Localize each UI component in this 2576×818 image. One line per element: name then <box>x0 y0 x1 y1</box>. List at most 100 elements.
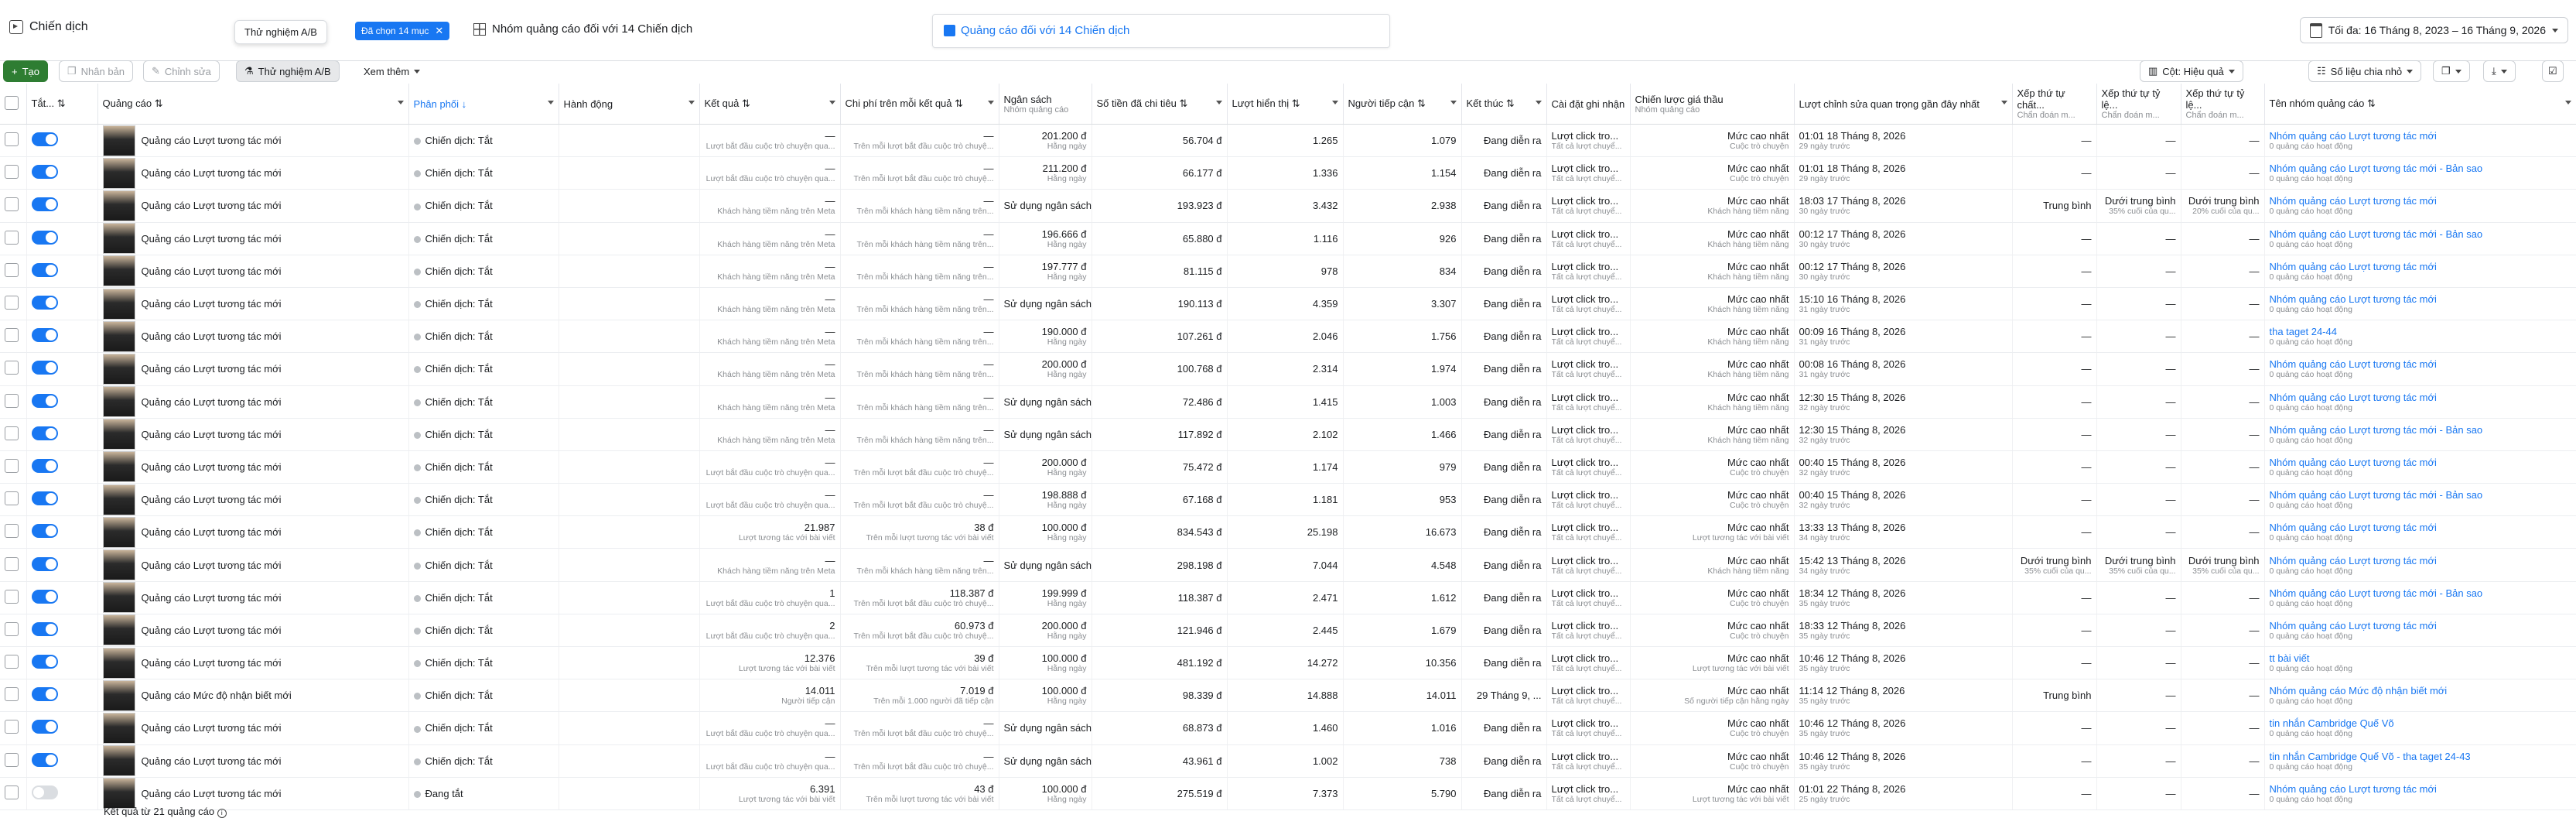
duplicate-button[interactable]: ❐ Nhân bản <box>59 60 134 82</box>
last-edit-cell[interactable]: 00:12 17 Tháng 8, 2026 30 ngày trước <box>1794 222 2013 255</box>
adset-name-cell[interactable]: tin nhắn Cambridge Quế Võ - tha taget 24… <box>2264 744 2576 778</box>
row-checkbox[interactable] <box>5 491 19 506</box>
row-select-cell[interactable] <box>0 418 27 451</box>
status-toggle[interactable] <box>31 361 58 375</box>
col-action[interactable]: Hành động <box>559 84 700 125</box>
budget-cell[interactable]: 200.000 đ Hằng ngày <box>999 450 1092 484</box>
selected-chip[interactable]: Đã chọn 14 mục ✕ <box>355 22 450 40</box>
table-row[interactable]: Quảng cáo Lượt tương tác mới Chiến dịch:… <box>0 483 2576 517</box>
col-impressions[interactable]: Lượt hiển thị ⇅ <box>1227 84 1344 125</box>
budget-cell[interactable]: Sử dụng ngân sách c... <box>999 744 1092 778</box>
last-edit-cell[interactable]: 00:40 15 Tháng 8, 2026 32 ngày trước <box>1794 483 2013 517</box>
budget-cell[interactable]: 199.999 đ Hằng ngày <box>999 581 1092 614</box>
ad-name-cell[interactable]: Quảng cáo Lượt tương tác mới <box>97 483 409 517</box>
status-toggle[interactable] <box>31 132 58 147</box>
budget-cell[interactable]: 190.000 đ Hằng ngày <box>999 320 1092 354</box>
row-toggle-cell[interactable] <box>26 515 98 549</box>
ad-name-cell[interactable]: Quảng cáo Lượt tương tác mới <box>97 156 409 190</box>
col-status[interactable]: Tắt... ⇅ <box>26 84 98 125</box>
row-toggle-cell[interactable] <box>26 320 98 354</box>
last-edit-cell[interactable]: 15:10 16 Tháng 8, 2026 31 ngày trước <box>1794 287 2013 321</box>
col-rank-conversion[interactable]: Xếp thứ tự tỷ lệ... Chẩn đoán m... <box>2181 84 2265 125</box>
row-checkbox[interactable] <box>5 426 19 440</box>
row-select-cell[interactable] <box>0 548 27 582</box>
col-last-edit[interactable]: Lượt chỉnh sửa quan trọng gần đây nhất <box>1794 84 2013 125</box>
row-toggle-cell[interactable] <box>26 124 98 158</box>
adset-name-cell[interactable]: Nhóm quảng cáo Lượt tương tác mới 0 quảng… <box>2264 614 2576 648</box>
row-toggle-cell[interactable] <box>26 744 98 778</box>
ad-name-cell[interactable]: Quảng cáo Lượt tương tác mới <box>97 255 409 288</box>
status-toggle[interactable] <box>31 556 58 571</box>
row-checkbox[interactable] <box>5 720 19 734</box>
row-select-cell[interactable] <box>0 679 27 713</box>
status-toggle[interactable] <box>31 687 58 702</box>
row-checkbox[interactable] <box>5 165 19 180</box>
budget-cell[interactable]: 100.000 đ Hằng ngày <box>999 679 1092 713</box>
ad-name-cell[interactable]: Quảng cáo Lượt tương tác mới <box>97 287 409 321</box>
row-select-cell[interactable] <box>0 614 27 648</box>
col-ad[interactable]: Quảng cáo ⇅ <box>97 84 409 125</box>
table-row[interactable]: Quảng cáo Lượt tương tác mới Chiến dịch:… <box>0 548 2576 582</box>
adset-name-cell[interactable]: Nhóm quảng cáo Lượt tương tác mới 0 quảng… <box>2264 777 2576 810</box>
ad-name-cell[interactable]: Quảng cáo Lượt tương tác mới <box>97 581 409 614</box>
table-row[interactable]: Quảng cáo Lượt tương tác mới Chiến dịch:… <box>0 744 2576 778</box>
row-toggle-cell[interactable] <box>26 548 98 582</box>
ad-name-cell[interactable]: Quảng cáo Lượt tương tác mới <box>97 189 409 223</box>
col-delivery[interactable]: Phân phối ↓ <box>408 84 559 125</box>
budget-cell[interactable]: Sử dụng ngân sách c... <box>999 385 1092 419</box>
columns-button[interactable]: ▥ Cột: Hiệu quả <box>2140 60 2243 82</box>
row-select-cell[interactable] <box>0 287 27 321</box>
last-edit-cell[interactable]: 00:40 15 Tháng 8, 2026 32 ngày trước <box>1794 450 2013 484</box>
col-ends[interactable]: Kết thúc ⇅ <box>1461 84 1547 125</box>
status-toggle[interactable] <box>31 165 58 180</box>
table-row[interactable]: Quảng cáo Mức độ nhận biết mới Chiến dịc… <box>0 679 2576 713</box>
campaign-breadcrumb[interactable]: Chiến dịch <box>9 20 88 34</box>
budget-cell[interactable]: 100.000 đ Hằng ngày <box>999 515 1092 549</box>
ad-name-cell[interactable]: Quảng cáo Lượt tương tác mới <box>97 418 409 451</box>
budget-cell[interactable]: 196.666 đ Hằng ngày <box>999 222 1092 255</box>
row-checkbox[interactable] <box>5 132 19 147</box>
budget-cell[interactable]: 198.888 đ Hằng ngày <box>999 483 1092 517</box>
col-cost-per-result[interactable]: Chi phí trên mỗi kết quả ⇅ <box>840 84 999 125</box>
table-row[interactable]: Quảng cáo Lượt tương tác mới Chiến dịch:… <box>0 287 2576 321</box>
row-checkbox[interactable] <box>5 230 19 245</box>
col-results[interactable]: Kết quả ⇅ <box>699 84 841 125</box>
budget-cell[interactable]: 211.200 đ Hằng ngày <box>999 156 1092 190</box>
budget-cell[interactable]: 201.200 đ Hằng ngày <box>999 124 1092 158</box>
status-toggle[interactable] <box>31 262 58 277</box>
ad-name-cell[interactable]: Quảng cáo Lượt tương tác mới <box>97 124 409 158</box>
status-toggle[interactable] <box>31 589 58 604</box>
table-row[interactable]: Quảng cáo Lượt tương tác mới Chiến dịch:… <box>0 515 2576 549</box>
status-toggle[interactable] <box>31 393 58 408</box>
table-row[interactable]: Quảng cáo Lượt tương tác mới Chiến dịch:… <box>0 711 2576 745</box>
row-checkbox[interactable] <box>5 262 19 277</box>
last-edit-cell[interactable]: 15:42 13 Tháng 8, 2026 34 ngày trước <box>1794 548 2013 582</box>
col-rank-quality[interactable]: Xếp thứ tự chất... Chẩn đoán m... <box>2012 84 2097 125</box>
last-edit-cell[interactable]: 01:01 18 Tháng 8, 2026 29 ngày trước <box>1794 124 2013 158</box>
row-select-cell[interactable] <box>0 189 27 223</box>
reports-button[interactable]: ❐ <box>2433 60 2470 82</box>
adset-name-cell[interactable]: Nhóm quảng cáo Lượt tương tác mới 0 quảng… <box>2264 255 2576 288</box>
adset-name-cell[interactable]: tt bài viết 0 quảng cáo hoạt động <box>2264 646 2576 680</box>
last-edit-cell[interactable]: 01:01 22 Tháng 8, 2026 25 ngày trước <box>1794 777 2013 810</box>
row-select-cell[interactable] <box>0 124 27 158</box>
status-toggle[interactable] <box>31 328 58 343</box>
budget-cell[interactable]: 200.000 đ Hằng ngày <box>999 614 1092 648</box>
status-toggle[interactable] <box>31 524 58 539</box>
ad-name-cell[interactable]: Quảng cáo Lượt tương tác mới <box>97 352 409 386</box>
budget-cell[interactable]: 197.777 đ Hằng ngày <box>999 255 1092 288</box>
row-toggle-cell[interactable] <box>26 450 98 484</box>
ad-name-cell[interactable]: Quảng cáo Lượt tương tác mới <box>97 450 409 484</box>
info-icon[interactable]: i <box>217 809 227 818</box>
row-select-cell[interactable] <box>0 711 27 745</box>
ab-test-button[interactable]: ⚗ Thử nghiệm A/B <box>236 60 340 82</box>
col-rank-engagement[interactable]: Xếp thứ tự tỷ lệ... Chẩn đoán m... <box>2096 84 2181 125</box>
table-row[interactable]: Quảng cáo Lượt tương tác mới Chiến dịch:… <box>0 614 2576 648</box>
last-edit-cell[interactable]: 10:46 12 Tháng 8, 2026 35 ngày trước <box>1794 744 2013 778</box>
adset-name-cell[interactable]: Nhóm quảng cáo Lượt tương tác mới 0 quảng… <box>2264 352 2576 386</box>
row-checkbox[interactable] <box>5 197 19 212</box>
row-toggle-cell[interactable] <box>26 385 98 419</box>
last-edit-cell[interactable]: 01:01 18 Tháng 8, 2026 29 ngày trước <box>1794 156 2013 190</box>
row-select-cell[interactable] <box>0 255 27 288</box>
last-edit-cell[interactable]: 18:33 12 Tháng 8, 2026 35 ngày trước <box>1794 614 2013 648</box>
